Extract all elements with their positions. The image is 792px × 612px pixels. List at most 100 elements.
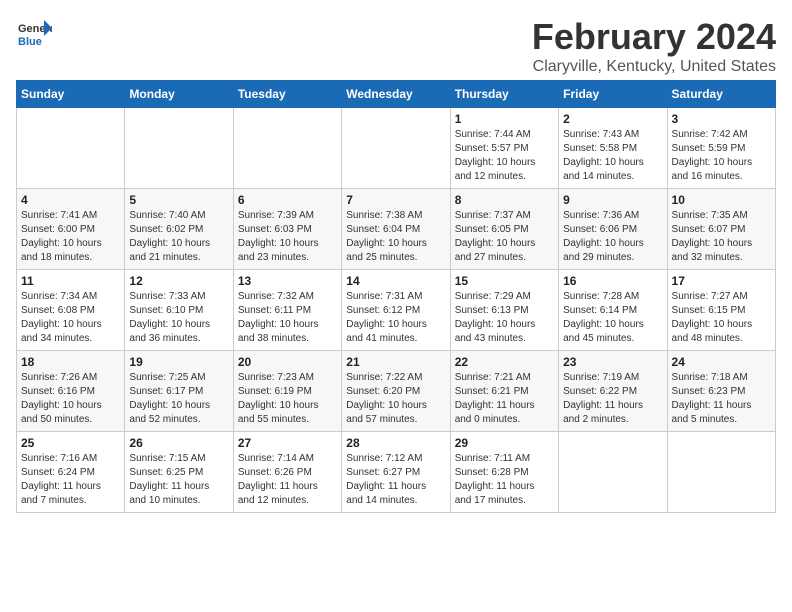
day-number: 25 bbox=[21, 436, 120, 450]
calendar-cell: 15 Sunrise: 7:29 AMSunset: 6:13 PMDayligh… bbox=[450, 270, 558, 351]
calendar-cell bbox=[667, 432, 775, 513]
day-number: 20 bbox=[238, 355, 337, 369]
day-header-thursday: Thursday bbox=[450, 81, 558, 108]
day-number: 7 bbox=[346, 193, 445, 207]
calendar-cell: 29Sunrise: 7:11 AMSunset: 6:28 PMDayligh… bbox=[450, 432, 558, 513]
week-row-3: 11 Sunrise: 7:34 AMSunset: 6:08 PMDayligh… bbox=[17, 270, 776, 351]
day-info: Sunrise: 7:11 AMSunset: 6:28 PMDaylight:… bbox=[455, 452, 554, 508]
calendar-cell: 27 Sunrise: 7:14 AMSunset: 6:26 PMDayligh… bbox=[233, 432, 341, 513]
calendar-cell: 20Sunrise: 7:23 AMSunset: 6:19 PMDayligh… bbox=[233, 351, 341, 432]
calendar-cell: 16Sunrise: 7:28 AMSunset: 6:14 PMDayligh… bbox=[559, 270, 667, 351]
day-info: Sunrise: 7:42 AMSunset: 5:59 PMDaylight:… bbox=[672, 128, 771, 184]
day-info: Sunrise: 7:34 AMSunset: 6:08 PMDaylight:… bbox=[21, 290, 120, 346]
calendar-cell: 18 Sunrise: 7:26 AMSunset: 6:16 PMDayligh… bbox=[17, 351, 125, 432]
day-info: Sunrise: 7:36 AMSunset: 6:06 PMDaylight:… bbox=[563, 209, 662, 265]
day-info: Sunrise: 7:44 AMSunset: 5:57 PMDaylight:… bbox=[455, 128, 554, 184]
day-number: 13 bbox=[238, 274, 337, 288]
day-number: 24 bbox=[672, 355, 771, 369]
day-number: 2 bbox=[563, 112, 662, 126]
week-row-4: 18 Sunrise: 7:26 AMSunset: 6:16 PMDayligh… bbox=[17, 351, 776, 432]
day-info: Sunrise: 7:39 AMSunset: 6:03 PMDaylight:… bbox=[238, 209, 337, 265]
day-number: 18 bbox=[21, 355, 120, 369]
day-info: Sunrise: 7:19 AMSunset: 6:22 PMDaylight:… bbox=[563, 371, 662, 427]
day-number: 17 bbox=[672, 274, 771, 288]
day-info: Sunrise: 7:38 AMSunset: 6:04 PMDaylight:… bbox=[346, 209, 445, 265]
calendar-cell: 26Sunrise: 7:15 AMSunset: 6:25 PMDayligh… bbox=[125, 432, 233, 513]
day-number: 8 bbox=[455, 193, 554, 207]
day-number: 5 bbox=[129, 193, 228, 207]
calendar-cell: 11 Sunrise: 7:34 AMSunset: 6:08 PMDayligh… bbox=[17, 270, 125, 351]
day-header-saturday: Saturday bbox=[667, 81, 775, 108]
calendar-cell: 14 Sunrise: 7:31 AMSunset: 6:12 PMDayligh… bbox=[342, 270, 450, 351]
day-number: 27 bbox=[238, 436, 337, 450]
calendar-cell: 12Sunrise: 7:33 AMSunset: 6:10 PMDayligh… bbox=[125, 270, 233, 351]
day-number: 6 bbox=[238, 193, 337, 207]
header: February 2024 Claryville, Kentucky, Unit… bbox=[16, 16, 776, 76]
day-info: Sunrise: 7:21 AMSunset: 6:21 PMDaylight:… bbox=[455, 371, 554, 427]
day-header-friday: Friday bbox=[559, 81, 667, 108]
svg-text:Blue: Blue bbox=[18, 36, 42, 48]
day-info: Sunrise: 7:31 AMSunset: 6:12 PMDaylight:… bbox=[346, 290, 445, 346]
day-number: 3 bbox=[672, 112, 771, 126]
calendar-cell: 5 Sunrise: 7:40 AMSunset: 6:02 PMDaylight… bbox=[125, 189, 233, 270]
day-info: Sunrise: 7:12 AMSunset: 6:27 PMDaylight:… bbox=[346, 452, 445, 508]
calendar-cell: 3 Sunrise: 7:42 AMSunset: 5:59 PMDaylight… bbox=[667, 108, 775, 189]
day-info: Sunrise: 7:22 AMSunset: 6:20 PMDaylight:… bbox=[346, 371, 445, 427]
day-info: Sunrise: 7:41 AMSunset: 6:00 PMDaylight:… bbox=[21, 209, 120, 265]
day-info: Sunrise: 7:33 AMSunset: 6:10 PMDaylight:… bbox=[129, 290, 228, 346]
day-info: Sunrise: 7:14 AMSunset: 6:26 PMDaylight:… bbox=[238, 452, 337, 508]
calendar-cell: 2Sunrise: 7:43 AMSunset: 5:58 PMDaylight… bbox=[559, 108, 667, 189]
calendar-cell: 4 Sunrise: 7:41 AMSunset: 6:00 PMDaylight… bbox=[17, 189, 125, 270]
calendar-cell: 9 Sunrise: 7:36 AMSunset: 6:06 PMDaylight… bbox=[559, 189, 667, 270]
day-header-sunday: Sunday bbox=[17, 81, 125, 108]
calendar-cell: 23 Sunrise: 7:19 AMSunset: 6:22 PMDayligh… bbox=[559, 351, 667, 432]
calendar-cell: 22 Sunrise: 7:21 AMSunset: 6:21 PMDayligh… bbox=[450, 351, 558, 432]
calendar-cell: 21 Sunrise: 7:22 AMSunset: 6:20 PMDayligh… bbox=[342, 351, 450, 432]
week-row-2: 4 Sunrise: 7:41 AMSunset: 6:00 PMDaylight… bbox=[17, 189, 776, 270]
day-info: Sunrise: 7:37 AMSunset: 6:05 PMDaylight:… bbox=[455, 209, 554, 265]
calendar-cell bbox=[559, 432, 667, 513]
month-year: February 2024 bbox=[16, 16, 776, 58]
day-number: 10 bbox=[672, 193, 771, 207]
day-info: Sunrise: 7:15 AMSunset: 6:25 PMDaylight:… bbox=[129, 452, 228, 508]
day-header-wednesday: Wednesday bbox=[342, 81, 450, 108]
calendar-cell: 7 Sunrise: 7:38 AMSunset: 6:04 PMDaylight… bbox=[342, 189, 450, 270]
calendar-cell: 17 Sunrise: 7:27 AMSunset: 6:15 PMDayligh… bbox=[667, 270, 775, 351]
day-number: 22 bbox=[455, 355, 554, 369]
day-info: Sunrise: 7:40 AMSunset: 6:02 PMDaylight:… bbox=[129, 209, 228, 265]
day-info: Sunrise: 7:26 AMSunset: 6:16 PMDaylight:… bbox=[21, 371, 120, 427]
day-number: 23 bbox=[563, 355, 662, 369]
logo-icon: General Blue bbox=[16, 16, 52, 52]
day-number: 15 bbox=[455, 274, 554, 288]
calendar-cell: 10 Sunrise: 7:35 AMSunset: 6:07 PMDayligh… bbox=[667, 189, 775, 270]
day-info: Sunrise: 7:27 AMSunset: 6:15 PMDaylight:… bbox=[672, 290, 771, 346]
calendar-table: SundayMondayTuesdayWednesdayThursdayFrid… bbox=[16, 80, 776, 513]
calendar-cell: 28 Sunrise: 7:12 AMSunset: 6:27 PMDayligh… bbox=[342, 432, 450, 513]
day-number: 14 bbox=[346, 274, 445, 288]
location: Claryville, Kentucky, United States bbox=[16, 58, 776, 76]
day-info: Sunrise: 7:25 AMSunset: 6:17 PMDaylight:… bbox=[129, 371, 228, 427]
day-info: Sunrise: 7:16 AMSunset: 6:24 PMDaylight:… bbox=[21, 452, 120, 508]
day-number: 21 bbox=[346, 355, 445, 369]
calendar-cell: 6 Sunrise: 7:39 AMSunset: 6:03 PMDaylight… bbox=[233, 189, 341, 270]
week-row-1: 1Sunrise: 7:44 AMSunset: 5:57 PMDaylight… bbox=[17, 108, 776, 189]
day-header-tuesday: Tuesday bbox=[233, 81, 341, 108]
calendar-cell: 25 Sunrise: 7:16 AMSunset: 6:24 PMDayligh… bbox=[17, 432, 125, 513]
calendar-cell: 1Sunrise: 7:44 AMSunset: 5:57 PMDaylight… bbox=[450, 108, 558, 189]
calendar-cell: 8 Sunrise: 7:37 AMSunset: 6:05 PMDaylight… bbox=[450, 189, 558, 270]
day-header-monday: Monday bbox=[125, 81, 233, 108]
calendar-cell bbox=[125, 108, 233, 189]
logo: General Blue bbox=[16, 16, 52, 52]
calendar-cell: 24Sunrise: 7:18 AMSunset: 6:23 PMDayligh… bbox=[667, 351, 775, 432]
day-number: 11 bbox=[21, 274, 120, 288]
day-info: Sunrise: 7:29 AMSunset: 6:13 PMDaylight:… bbox=[455, 290, 554, 346]
day-number: 19 bbox=[129, 355, 228, 369]
day-number: 9 bbox=[563, 193, 662, 207]
day-number: 28 bbox=[346, 436, 445, 450]
day-info: Sunrise: 7:32 AMSunset: 6:11 PMDaylight:… bbox=[238, 290, 337, 346]
day-number: 4 bbox=[21, 193, 120, 207]
days-header-row: SundayMondayTuesdayWednesdayThursdayFrid… bbox=[17, 81, 776, 108]
calendar-cell: 19 Sunrise: 7:25 AMSunset: 6:17 PMDayligh… bbox=[125, 351, 233, 432]
day-info: Sunrise: 7:35 AMSunset: 6:07 PMDaylight:… bbox=[672, 209, 771, 265]
calendar-cell bbox=[233, 108, 341, 189]
